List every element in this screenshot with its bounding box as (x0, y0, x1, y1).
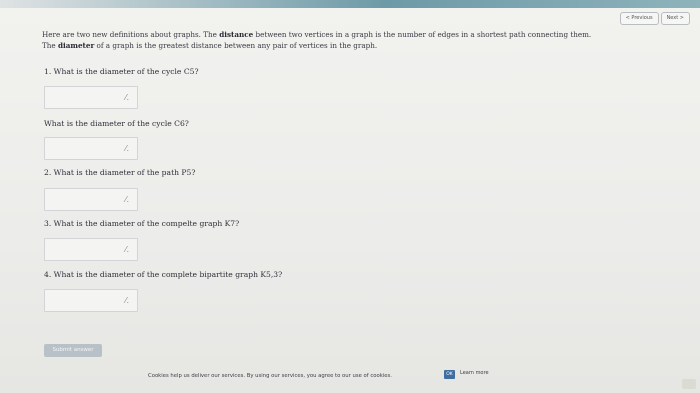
definition-diameter: The diameter of a graph is the greatest … (42, 40, 378, 50)
answer-field-5[interactable]: ⁄. (44, 289, 138, 312)
top-bar (0, 0, 700, 8)
chat-icon[interactable] (682, 379, 696, 389)
cookie-notice: Cookies help us deliver our services. By… (148, 373, 392, 379)
resize-handle-icon[interactable]: ⁄. (125, 144, 129, 153)
resize-handle-icon[interactable]: ⁄. (125, 195, 129, 204)
question-3: 3. What is the diameter of the compelte … (44, 219, 240, 228)
answer-field-1[interactable]: ⁄. (44, 86, 138, 109)
navigation-buttons: < Previous Next > (619, 12, 690, 25)
page: < Previous Next > Here are two new defin… (0, 0, 700, 393)
answer-field-4[interactable]: ⁄. (44, 238, 138, 261)
learn-more-link[interactable]: Learn more (460, 370, 489, 376)
previous-button[interactable]: < Previous (619, 12, 659, 25)
definition-distance: Here are two new definitions about graph… (42, 30, 592, 39)
cookie-ok-button[interactable]: OK (444, 370, 455, 379)
question-1: 1. What is the diameter of the cycle C5? (44, 67, 199, 76)
definitions-text: Here are two new definitions about graph… (42, 30, 591, 51)
resize-handle-icon[interactable]: ⁄. (125, 245, 129, 254)
answer-field-3[interactable]: ⁄. (44, 188, 138, 211)
question-2: 2. What is the diameter of the path P5? (44, 168, 196, 177)
question-4: 4. What is the diameter of the complete … (44, 270, 283, 279)
resize-handle-icon[interactable]: ⁄. (125, 93, 129, 102)
resize-handle-icon[interactable]: ⁄. (125, 296, 129, 305)
submit-answer-button[interactable]: Submit answer (44, 344, 102, 357)
next-button[interactable]: Next > (660, 12, 690, 25)
answer-field-2[interactable]: ⁄. (44, 137, 138, 160)
question-1b: What is the diameter of the cycle C6? (44, 119, 189, 128)
